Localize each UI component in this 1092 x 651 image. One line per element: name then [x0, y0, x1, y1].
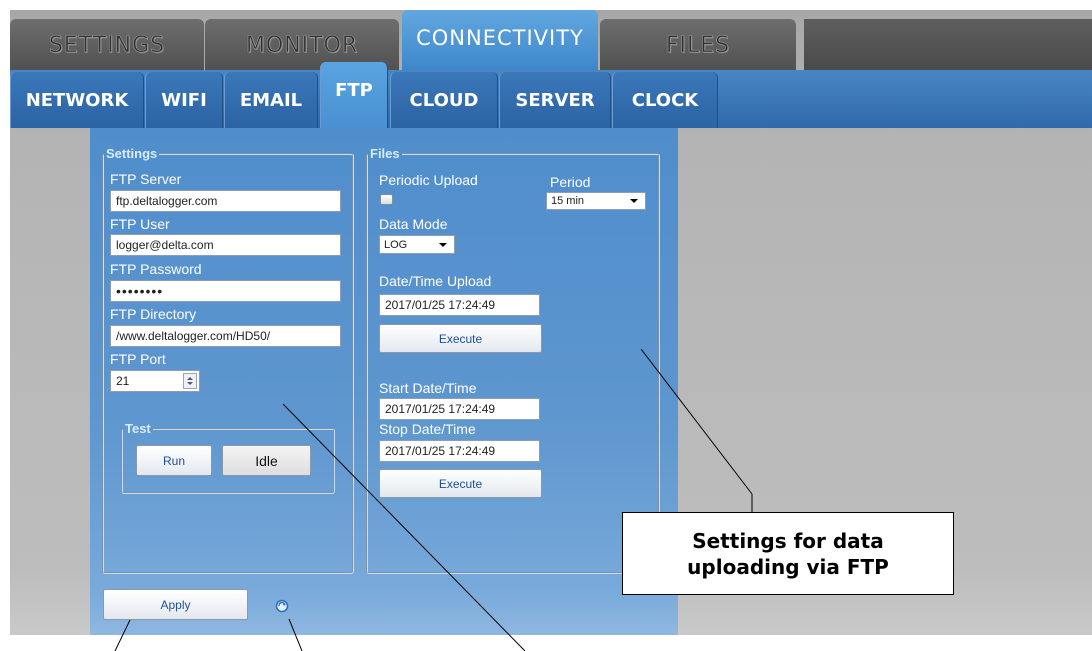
- leader-line-settings: [282, 403, 526, 651]
- leader-line-callout: [640, 348, 753, 495]
- leader-line-apply: [114, 619, 131, 651]
- annotation-lines: [114, 348, 753, 651]
- leader-line-refresh: [288, 618, 303, 651]
